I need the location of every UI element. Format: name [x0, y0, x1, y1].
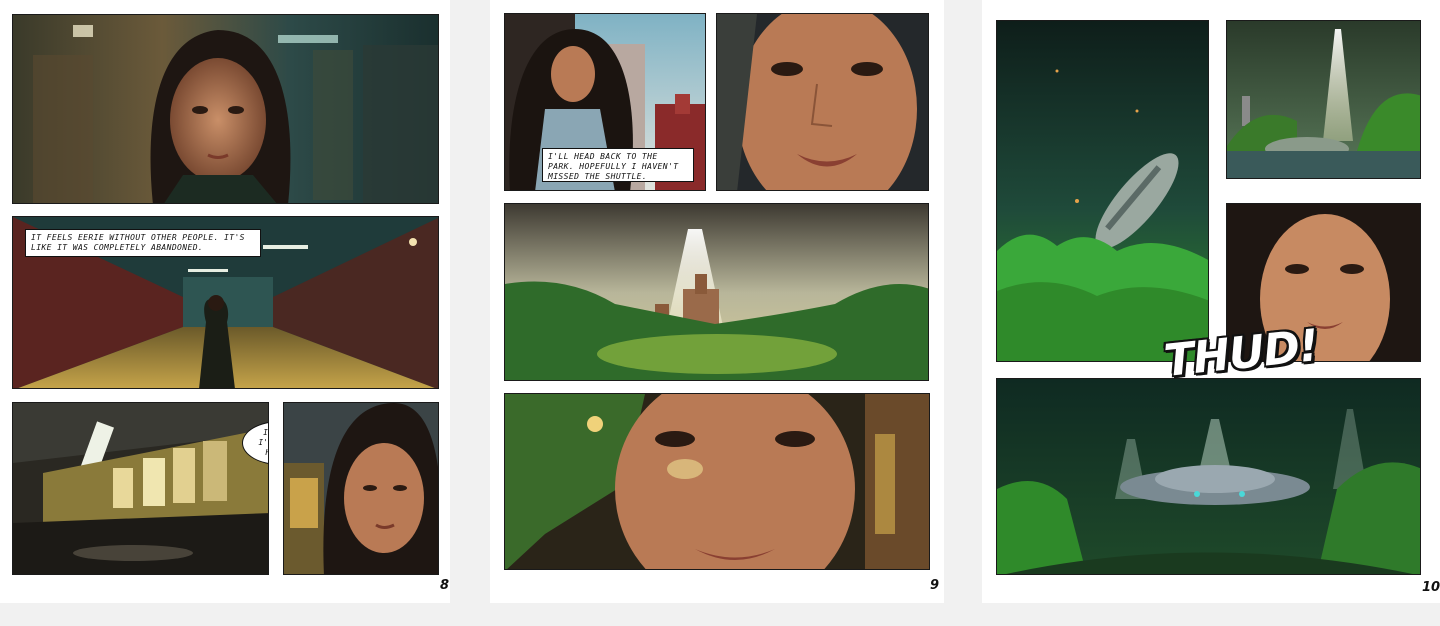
panel-lake-dome-beam: [1226, 20, 1421, 179]
park-light-beam-art: [505, 204, 928, 380]
panel-girl-subway-closeup: [12, 14, 439, 204]
panel-abandoned-corridor: It feels eerie without other people. It'…: [12, 216, 439, 389]
comic-page-9: I'll head back to the park. Hopefully I …: [490, 0, 944, 603]
panel-ship-in-forest: [996, 378, 1421, 575]
page-number: 8: [440, 578, 450, 593]
comic-page-10: THUD! 10: [982, 0, 1440, 603]
page-number: 9: [930, 578, 940, 593]
girl-face-tunnel-art: [284, 403, 438, 574]
girl-leaves-closeup-art: [505, 394, 929, 569]
ship-in-forest-art: [997, 379, 1420, 574]
abandoned-train-art: [13, 403, 268, 574]
girl-face-closeup-art: [717, 14, 928, 190]
comic-page-8: It feels eerie without other people. It'…: [0, 0, 450, 603]
subway-car-interior-art: [13, 15, 438, 203]
narration-caption: I'll head back to the park. Hopefully I …: [542, 148, 694, 182]
panel-forest-crashed-ship: [996, 20, 1209, 362]
panel-abandoned-train: I guess I'll walk home..: [12, 402, 269, 575]
forest-crashed-ship-art: [997, 21, 1208, 361]
panel-girl-face-tunnel: [283, 402, 439, 575]
lake-dome-beam-art: [1227, 21, 1420, 178]
panel-park-light-beam: [504, 203, 929, 381]
page-number: 10: [1422, 580, 1440, 595]
panel-girl-face-closeup: [716, 13, 929, 191]
narration-caption: It feels eerie without other people. It'…: [25, 229, 261, 257]
panel-girl-city-street: I'll head back to the park. Hopefully I …: [504, 13, 706, 191]
panel-girl-leaves-closeup: [504, 393, 930, 570]
